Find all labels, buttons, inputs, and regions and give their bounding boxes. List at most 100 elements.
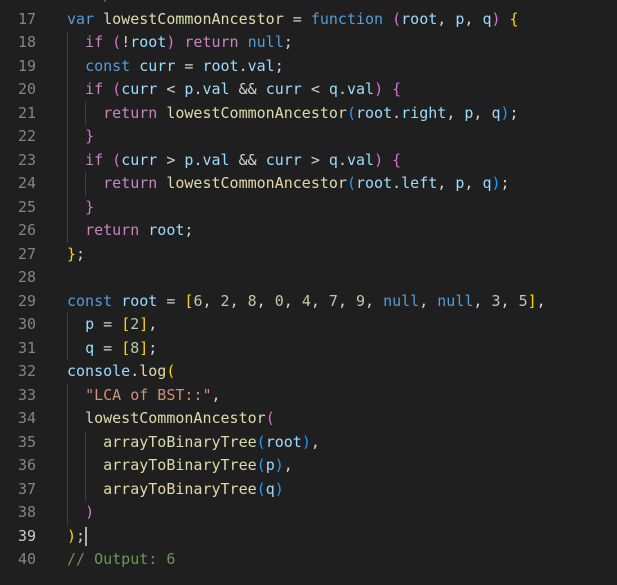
code-token: ): [274, 456, 284, 474]
code-token: ,: [365, 291, 384, 310]
code-token: if: [85, 80, 104, 98]
code-token: null: [247, 33, 284, 51]
code-token: const: [67, 291, 113, 310]
code-line[interactable]: return root;: [67, 219, 193, 243]
code-token: p: [85, 315, 95, 333]
code-token: (: [265, 409, 275, 427]
code-token: ): [374, 80, 384, 98]
code-line[interactable]: const root = [6, 2, 8, 0, 4, 7, 9, null,…: [67, 290, 546, 314]
code-token: ;: [283, 33, 293, 51]
code-token: curr: [121, 150, 158, 169]
code-token: p: [265, 456, 275, 474]
code-token: val: [202, 80, 230, 98]
code-line[interactable]: arrayToBinaryTree(root),: [67, 431, 320, 455]
code-line[interactable]: arrayToBinaryTree(p),: [67, 454, 293, 478]
code-token: root: [401, 9, 438, 28]
code-token: (: [256, 456, 266, 474]
line-number: 17: [17, 9, 36, 28]
code-line[interactable]: }: [67, 196, 94, 220]
code-token: 2: [130, 315, 140, 333]
code-token: ,: [283, 456, 293, 474]
code-token: (: [256, 479, 266, 498]
code-line[interactable]: p = [2],: [67, 313, 157, 337]
code-token: return: [184, 33, 239, 51]
code-line[interactable]: }: [67, 125, 94, 149]
code-line[interactable]: arrayToBinaryTree(q): [67, 478, 284, 502]
code-line[interactable]: );: [67, 525, 85, 549]
code-token: {: [392, 80, 402, 98]
code-token: ): [301, 432, 311, 451]
code-token: }: [85, 197, 95, 216]
code-line[interactable]: const curr = root.val;: [67, 55, 284, 79]
code-token: ;: [509, 103, 519, 122]
line-number: 28: [17, 268, 36, 286]
code-token: ): [500, 103, 510, 122]
code-token: /: [103, 0, 112, 4]
code-token: .: [337, 80, 347, 98]
code-token: !: [121, 33, 131, 51]
code-token: 8: [130, 338, 140, 357]
code-token: (: [392, 9, 402, 28]
line-number: 40: [17, 550, 36, 568]
code-token: (: [346, 174, 356, 192]
line-number: 20: [17, 80, 36, 98]
line-number: 25: [17, 197, 36, 216]
code-token: (: [112, 80, 122, 98]
code-text-area[interactable]: / var lowestCommonAncestor = function (ro…: [56, 0, 617, 585]
code-token: q: [85, 338, 95, 357]
code-token: log: [139, 362, 167, 380]
code-token: ,: [473, 103, 492, 122]
indent-guide: [67, 313, 68, 360]
code-line[interactable]: ): [67, 501, 94, 525]
code-token: arrayToBinaryTree: [103, 456, 257, 474]
code-editor[interactable]: 1617181920212223242526272829303132333435…: [0, 0, 617, 585]
code-token: 8: [247, 291, 257, 310]
code-token: ;: [184, 221, 194, 239]
code-line[interactable]: "LCA of BST::",: [67, 384, 220, 408]
line-number: 23: [17, 150, 36, 169]
code-line[interactable]: if (curr > p.val && curr > q.val) {: [67, 149, 401, 173]
code-line[interactable]: if (curr < p.val && curr < q.val) {: [67, 78, 401, 102]
code-token: [: [121, 338, 131, 357]
code-line[interactable]: q = [8];: [67, 337, 157, 361]
code-token: ]: [139, 338, 149, 357]
code-line[interactable]: /: [67, 0, 112, 8]
code-token: root: [265, 432, 302, 451]
line-number: 34: [17, 409, 36, 427]
code-token: ): [274, 479, 284, 498]
code-token: <: [157, 80, 185, 98]
code-token: q: [328, 80, 338, 98]
code-line[interactable]: lowestCommonAncestor(: [67, 407, 275, 431]
code-line[interactable]: if (!root) return null;: [67, 31, 293, 55]
line-number: 37: [17, 479, 36, 498]
code-line[interactable]: };: [67, 243, 85, 267]
code-token: curr: [121, 80, 158, 98]
code-token: .: [392, 103, 402, 122]
code-token: 3: [491, 291, 501, 310]
code-line[interactable]: var lowestCommonAncestor = function (roo…: [67, 8, 519, 32]
code-token: &&: [229, 80, 266, 98]
code-token: arrayToBinaryTree: [103, 479, 257, 498]
code-line[interactable]: console.log(: [67, 360, 175, 384]
line-number: 33: [17, 385, 36, 404]
code-line[interactable]: // Output: 6: [67, 548, 175, 572]
code-token: q: [328, 150, 338, 169]
code-token: .: [392, 174, 402, 192]
code-token: if: [85, 150, 104, 169]
code-line[interactable]: return lowestCommonAncestor(root.left, p…: [67, 172, 509, 196]
code-line[interactable]: return lowestCommonAncestor(root.right, …: [67, 102, 519, 126]
text-cursor: [85, 526, 88, 546]
code-token: ;: [274, 56, 284, 75]
code-token: }: [85, 127, 95, 145]
line-number: 22: [17, 127, 36, 145]
code-token: val: [346, 150, 375, 169]
code-token: return: [103, 174, 158, 192]
code-token: ]: [527, 291, 537, 310]
code-token: }: [67, 244, 77, 263]
code-token: q: [491, 103, 501, 122]
